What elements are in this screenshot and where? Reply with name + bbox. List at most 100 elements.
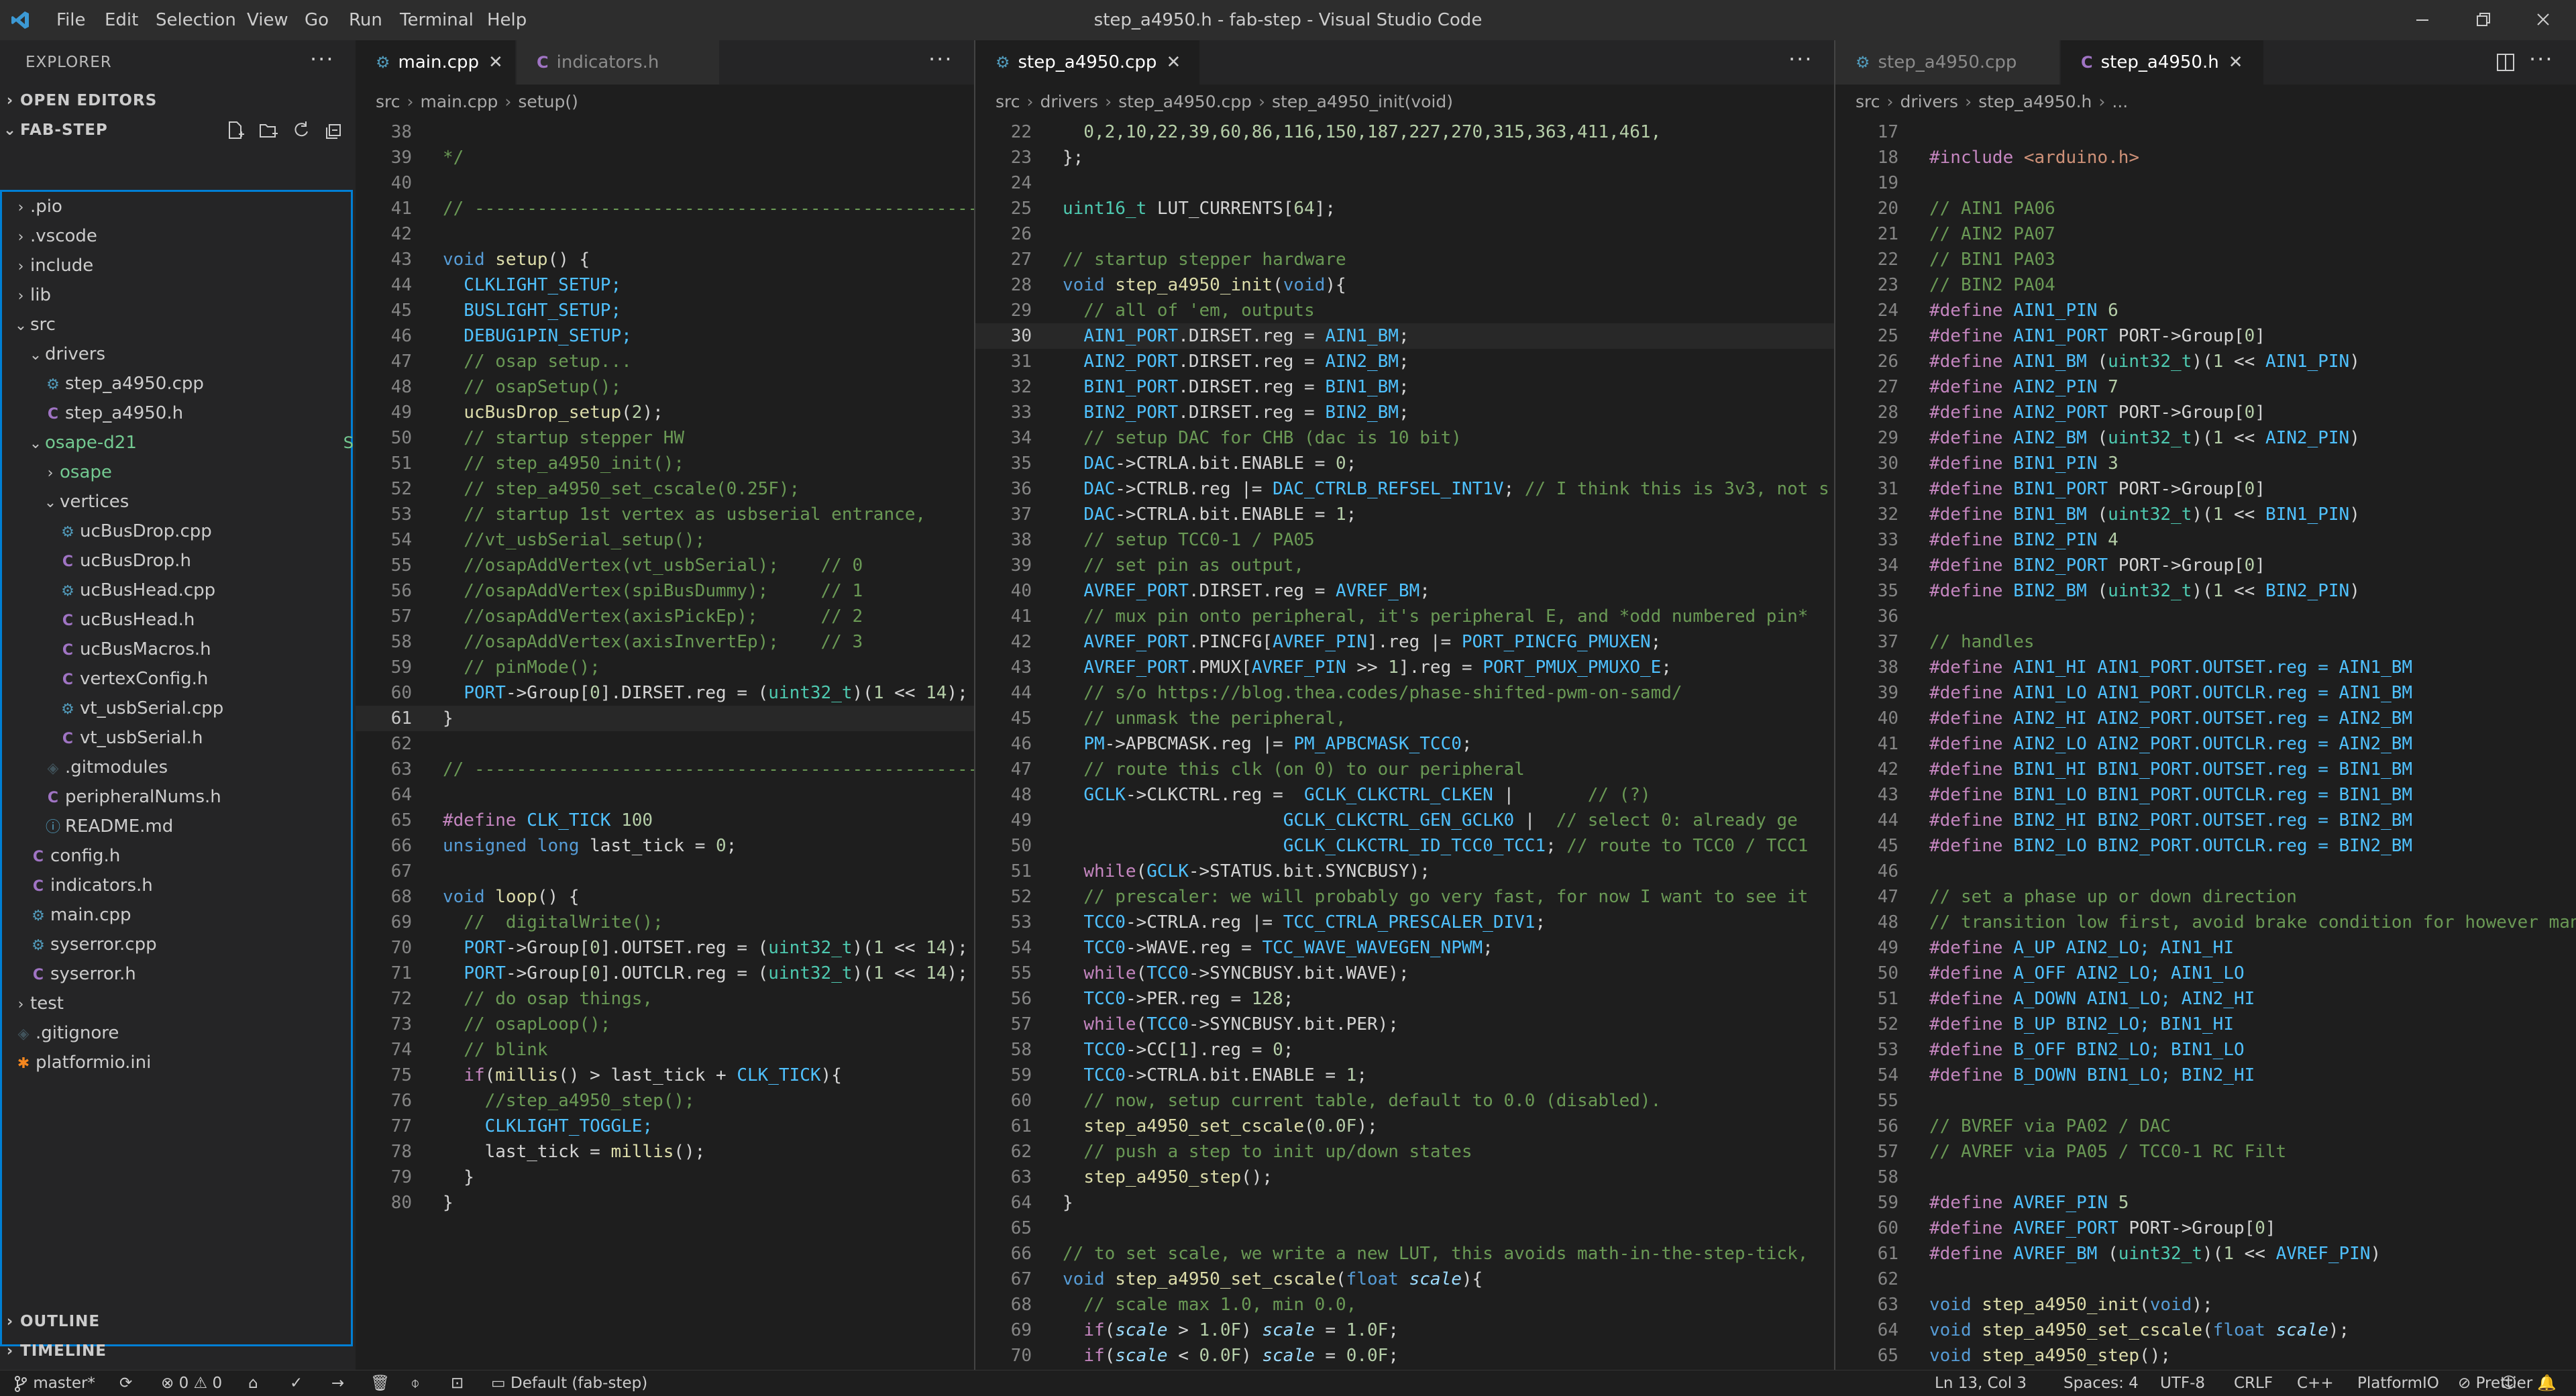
file-item[interactable]: ⓘ README.md <box>2 812 390 841</box>
file-item[interactable]: ✱ platformio.ini <box>2 1048 360 1077</box>
platformio-status[interactable]: PlatformIO <box>2357 1371 2439 1396</box>
folder-item[interactable]: › include <box>2 251 360 280</box>
tree-item-label: ucBusHead.cpp <box>80 580 216 600</box>
breadcrumb-item[interactable]: src <box>996 92 1020 111</box>
account-icon[interactable]: ☺ <box>2501 1371 2517 1396</box>
editor-main-cpp[interactable]: 38 39 */ 40 41 // ---------------------------… <box>356 119 974 1370</box>
breadcrumb-item[interactable]: src <box>376 92 400 111</box>
editor-step-a4950-cpp[interactable]: 22 0,2,10,22,39,60,86,116,150,187,227,27… <box>975 119 1834 1370</box>
file-item[interactable]: ⚙ main.cpp <box>2 900 375 930</box>
problems-indicator[interactable]: ⊗ 0 ⚠ 0 <box>161 1371 222 1396</box>
close-tab-icon[interactable]: ✕ <box>2229 40 2243 85</box>
editor-group-3-more-icon[interactable]: ··· <box>2529 40 2554 85</box>
branch-indicator[interactable]: master* <box>13 1371 95 1396</box>
new-folder-icon[interactable] <box>258 115 279 145</box>
notifications-icon[interactable]: 🔔 <box>2537 1371 2557 1396</box>
file-item[interactable]: CvertexConfig.h <box>2 664 405 694</box>
folder-item[interactable]: ›osapeS <box>2 458 390 487</box>
file-item[interactable]: Cconfig.h <box>2 841 375 871</box>
file-item[interactable]: Cstep_a4950.h <box>2 398 390 428</box>
explorer-more-icon[interactable]: ··· <box>310 40 335 85</box>
chevron-right-icon: › <box>17 288 24 305</box>
prettier-status[interactable]: ⊘ Prettier <box>2458 1371 2532 1396</box>
folder-item[interactable]: ⌄ vertices <box>2 487 390 517</box>
file-item[interactable]: ⚙ ucBusDrop.cpp <box>2 517 405 546</box>
breadcrumb-item[interactable]: main.cpp <box>421 92 498 111</box>
code-token: )( <box>2202 1244 2224 1264</box>
upload-arrow-icon[interactable]: → <box>331 1371 344 1396</box>
breadcrumb-item[interactable]: step_a4950.cpp <box>1118 92 1252 111</box>
file-item[interactable]: CucBusMacros.h <box>2 635 405 664</box>
minimize-button[interactable] <box>2392 0 2453 40</box>
editor-tab[interactable]: ⚙ main.cpp ✕ <box>356 40 515 85</box>
file-item[interactable]: CperipheralNums.h <box>2 782 390 812</box>
timeline-section[interactable]: › TIMELINE <box>0 1336 356 1366</box>
trash-icon[interactable]: 🗑 <box>370 1371 390 1396</box>
breadcrumb-item[interactable]: ... <box>2112 92 2128 111</box>
folder-item[interactable]: ⌄ osape-d21 S <box>2 428 375 458</box>
terminal-icon[interactable]: ⊡ <box>451 1371 464 1396</box>
refresh-icon[interactable] <box>291 115 311 145</box>
line-number: 33 <box>1877 530 1898 550</box>
file-item[interactable]: ⚙ step_a4950.cpp <box>2 369 390 398</box>
editor-group-1-more-icon[interactable]: ··· <box>928 40 953 85</box>
code-line: 29 // all of 'em, outputs <box>975 298 1834 323</box>
breadcrumb-item[interactable]: step_a4950.h <box>1978 92 2092 111</box>
environment-selector[interactable]: ▭ Default (fab-step) <box>491 1371 647 1396</box>
home-icon[interactable]: ⌂ <box>248 1371 258 1396</box>
code-line: 29 #define AIN2_BM (uint32_t)(1 << AIN2_P… <box>1835 425 2576 451</box>
file-item[interactable]: ◈ .gitignore <box>2 1018 360 1048</box>
build-check-icon[interactable]: ✓ <box>290 1371 303 1396</box>
indentation[interactable]: Spaces: 4 <box>2063 1371 2139 1396</box>
encoding[interactable]: UTF-8 <box>2160 1371 2205 1396</box>
file-item[interactable]: ⚙ vt_usbSerial.cpp <box>2 694 405 723</box>
file-item[interactable]: Csyserror.h <box>2 959 375 989</box>
plug-icon[interactable]: ⌽ <box>411 1371 420 1396</box>
folder-item[interactable]: ⌄ drivers <box>2 339 375 369</box>
file-item[interactable]: ◈ .gitmodules <box>2 753 390 782</box>
editor-group-2-more-icon[interactable]: ··· <box>1788 40 1813 85</box>
tree-item-label: README.md <box>65 816 174 837</box>
folder-item[interactable]: › .vscode <box>2 221 360 251</box>
end-of-line[interactable]: CRLF <box>2234 1371 2273 1396</box>
code-line: 75 if(millis() > last_tick + CLK_TICK){ <box>356 1063 974 1088</box>
new-file-icon[interactable] <box>225 115 246 145</box>
cursor-position[interactable]: Ln 13, Col 3 <box>1935 1371 2027 1396</box>
code-token: AIN2_PORT.OUTSET.reg = AIN2_BM <box>2097 708 2413 729</box>
editor-tab[interactable]: Cstep_a4950.h ✕ <box>2061 40 2263 85</box>
line-number: 27 <box>1877 377 1898 397</box>
code-text: } <box>443 1165 474 1190</box>
language-mode[interactable]: C++ <box>2297 1371 2334 1396</box>
restore-button[interactable] <box>2453 0 2513 40</box>
collapse-all-icon[interactable] <box>323 115 343 145</box>
breadcrumb-item[interactable]: setup() <box>518 92 578 111</box>
code-token: AVREF_PORT <box>1083 632 1189 652</box>
breadcrumb-item[interactable]: drivers <box>1040 92 1099 111</box>
breadcrumb-item[interactable]: drivers <box>1900 92 1959 111</box>
sync-icon[interactable]: ⟳ <box>119 1371 132 1396</box>
file-item[interactable]: CucBusDrop.h <box>2 546 405 576</box>
code-token: 5 <box>2118 1193 2129 1213</box>
file-item[interactable]: Cvt_usbSerial.h <box>2 723 405 753</box>
editor-tab[interactable]: ⚙ step_a4950.cpp <box>1835 40 2059 85</box>
file-item[interactable]: Cindicators.h <box>2 871 375 900</box>
breadcrumb-item[interactable]: src <box>1856 92 1880 111</box>
split-editor-icon[interactable] <box>2496 52 2516 72</box>
breadcrumb-item[interactable]: step_a4950_init(void) <box>1272 92 1453 111</box>
close-window-button[interactable] <box>2513 0 2573 40</box>
file-item[interactable]: ⚙ syserror.cpp <box>2 930 375 959</box>
close-tab-icon[interactable]: ✕ <box>1166 40 1181 85</box>
close-tab-icon[interactable]: ✕ <box>488 40 503 85</box>
open-editors-section[interactable]: › OPEN EDITORS <box>0 86 356 115</box>
file-item[interactable]: ⚙ ucBusHead.cpp <box>2 576 405 605</box>
folder-item[interactable]: › lib <box>2 280 360 310</box>
folder-item[interactable]: › .pio <box>2 192 360 221</box>
folder-item[interactable]: › test <box>2 989 360 1018</box>
file-item[interactable]: CucBusHead.h <box>2 605 405 635</box>
folder-item[interactable]: ⌄ src <box>2 310 360 339</box>
editor-tab[interactable]: ⚙ step_a4950.cpp ✕ <box>975 40 1199 85</box>
outline-section[interactable]: › OUTLINE <box>0 1307 356 1336</box>
editor-step-a4950-h[interactable]: 17 18 #include <arduino.h> 19 20// AIN1 PA06… <box>1835 119 2576 1370</box>
editor-tab[interactable]: Cindicators.h <box>517 40 719 85</box>
code-token: #define <box>1929 479 2014 499</box>
